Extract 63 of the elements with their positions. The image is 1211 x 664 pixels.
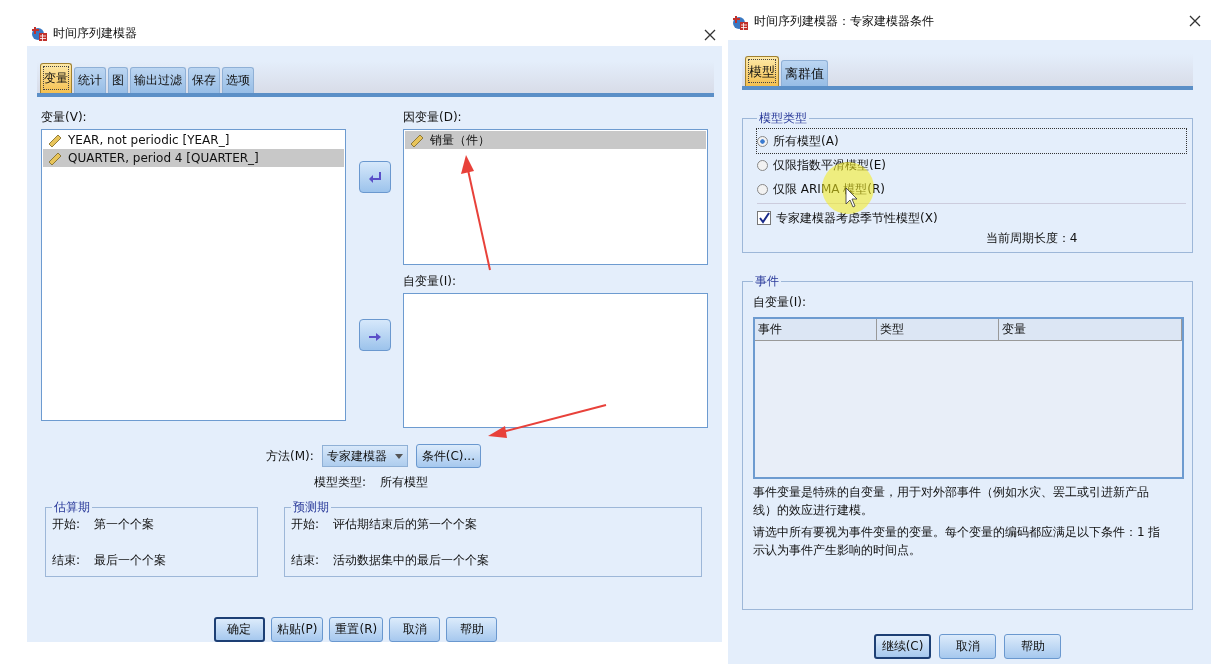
period-value: 最后一个个案: [94, 552, 167, 569]
app-icon: [31, 25, 47, 41]
move-arrow-button[interactable]: [358, 161, 391, 193]
dialog-button[interactable]: 帮助: [446, 617, 498, 642]
tab[interactable]: 图: [108, 67, 128, 93]
list-label: 自变量(I):: [753, 294, 807, 311]
period-value: 评估期结束后的第一个个案: [333, 516, 478, 533]
dialog-button[interactable]: 取消: [939, 634, 996, 659]
model-type-label: 模型类型:: [314, 474, 367, 491]
group-title: 模型类型: [758, 110, 808, 127]
tab[interactable]: 统计: [74, 67, 106, 93]
period-length: 当前周期长度：4: [984, 230, 1079, 247]
radio-option[interactable]: 所有模型(A): [757, 129, 1186, 153]
group-title: 预测期: [292, 499, 330, 516]
method-dropdown[interactable]: 专家建模器: [321, 445, 408, 467]
dialog-button[interactable]: 取消: [389, 617, 441, 642]
period-label: 结束:: [291, 552, 320, 569]
dialog-button[interactable]: 继续(C): [874, 634, 931, 659]
radio-button[interactable]: [757, 135, 768, 147]
group-title: 估算期: [53, 499, 91, 516]
window-title: 时间序列建模器：专家建模器条件: [754, 13, 934, 30]
column-header[interactable]: 变量: [999, 319, 1182, 340]
close-icon[interactable]: [1189, 15, 1201, 27]
column-header[interactable]: 事件: [755, 319, 877, 340]
period-value: 活动数据集中的最后一个个案: [333, 552, 490, 569]
variable-item[interactable]: YEAR, not periodic [YEAR_]: [43, 131, 344, 149]
description-text: 事件变量是特殊的自变量，用于对外部事件（例如水灾、罢工或引进新产品线）的效应进行建模。: [753, 484, 1150, 519]
ruler-icon: [409, 132, 425, 148]
dialog-button[interactable]: 确定: [213, 617, 265, 642]
description-text: 请选中所有要视为事件变量的变量。每个变量的编码都应满足以下条件：1 指示认为事件产生影响的时间点。: [753, 524, 1162, 559]
tab[interactable]: 选项: [222, 67, 254, 93]
close-icon[interactable]: [704, 29, 716, 41]
period-value: 第一个个案: [94, 516, 155, 533]
move-arrow-button[interactable]: [358, 319, 391, 351]
tab[interactable]: 模型: [745, 56, 779, 86]
tab[interactable]: 保存: [188, 67, 220, 93]
list-label: 自变量(I):: [403, 273, 457, 290]
radio-button[interactable]: [757, 183, 768, 195]
checkbox[interactable]: [757, 211, 771, 225]
variable-item[interactable]: 销量（件）: [405, 131, 706, 149]
tab[interactable]: 变量: [40, 63, 72, 93]
tab[interactable]: 离群值: [781, 60, 828, 86]
tab[interactable]: 输出过滤: [130, 67, 186, 93]
method-label: 方法(M):: [266, 447, 314, 465]
group-title: 事件: [754, 273, 780, 290]
checkbox-label: 专家建模器考虑季节性模型(X): [776, 209, 938, 227]
dialog-button[interactable]: 粘贴(P): [270, 617, 324, 642]
radio-button[interactable]: [757, 159, 768, 171]
variable-item[interactable]: QUARTER, period 4 [QUARTER_]: [43, 149, 344, 167]
dialog-button[interactable]: 帮助: [1004, 634, 1061, 659]
criteria-button[interactable]: 条件(C)...: [415, 444, 481, 468]
period-label: 结束:: [52, 552, 81, 569]
caret-icon: [394, 453, 403, 459]
model-type-value: 所有模型: [380, 474, 429, 491]
list-label: 变量(V):: [41, 109, 88, 126]
dialog-button[interactable]: 重置(R): [329, 617, 384, 642]
list-label: 因变量(D):: [403, 109, 463, 126]
period-label: 开始:: [291, 516, 320, 533]
ruler-icon: [47, 150, 63, 166]
app-icon: [732, 13, 748, 30]
column-header[interactable]: 类型: [877, 319, 999, 340]
period-label: 开始:: [52, 516, 81, 533]
window-title: 时间序列建模器: [53, 24, 137, 42]
